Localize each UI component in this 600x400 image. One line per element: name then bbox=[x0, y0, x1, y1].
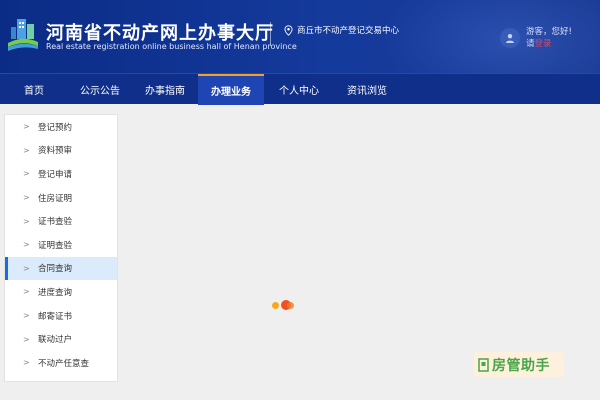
sidebar-item-registration[interactable]: > 登记申请 bbox=[5, 162, 117, 186]
chevron-right-icon: > bbox=[23, 263, 30, 273]
chevron-right-icon: > bbox=[23, 193, 30, 203]
site-header: 河南省不动产网上办事大厅 Real estate registration on… bbox=[0, 0, 600, 73]
user-icon bbox=[506, 34, 514, 43]
nav-item-announcements[interactable]: 公示公告 bbox=[68, 74, 132, 105]
sidebar-item-label: 证明查验 bbox=[38, 240, 73, 251]
header-divider bbox=[270, 22, 271, 46]
building-logo-icon bbox=[8, 19, 38, 51]
watermark-badge: 房管助手 bbox=[474, 352, 564, 377]
chevron-right-icon: > bbox=[23, 216, 30, 226]
sidebar-item-property-lookup[interactable]: > 不动产任意查 bbox=[5, 351, 117, 375]
watermark-text: 房管助手 bbox=[492, 357, 550, 374]
loader-dot bbox=[287, 302, 294, 309]
sidebar-item-label: 证书查验 bbox=[38, 217, 73, 228]
user-text: 游客，您好! 请登录 bbox=[526, 26, 572, 50]
location-name: 商丘市不动产登记交易中心 bbox=[297, 26, 400, 36]
sidebar-item-mail-certificate[interactable]: > 邮寄证书 bbox=[5, 304, 117, 328]
site-subtitle: Real estate registration online business… bbox=[46, 42, 297, 51]
sidebar-item-label: 登记预约 bbox=[38, 122, 73, 133]
nav-item-guide[interactable]: 办事指南 bbox=[132, 74, 198, 105]
house-manager-icon bbox=[478, 357, 489, 372]
nav-item-business[interactable]: 办理业务 bbox=[198, 74, 264, 105]
nav-item-personal-center[interactable]: 个人中心 bbox=[264, 74, 334, 105]
sidebar-item-proof-check[interactable]: > 证明查验 bbox=[5, 233, 117, 257]
loader-dot bbox=[272, 302, 279, 309]
sidebar-item-label: 合同查询 bbox=[38, 264, 73, 275]
chevron-right-icon: > bbox=[23, 169, 30, 179]
sidebar-item-contract-query[interactable]: > 合同查询 bbox=[5, 256, 117, 281]
login-link[interactable]: 登录 bbox=[535, 39, 552, 49]
sidebar-item-label: 进度查询 bbox=[38, 287, 73, 298]
sidebar-item-progress-query[interactable]: > 进度查询 bbox=[5, 280, 117, 304]
sidebar-item-label: 邮寄证书 bbox=[38, 311, 73, 322]
main-nav: 首页 公示公告 办事指南 办理业务 个人中心 资讯浏览 bbox=[0, 73, 600, 105]
chevron-right-icon: > bbox=[23, 334, 30, 344]
location-pin-icon bbox=[284, 24, 293, 36]
sidebar-item-certificate-check[interactable]: > 证书查验 bbox=[5, 209, 117, 233]
login-line: 请登录 bbox=[526, 38, 572, 50]
sidebar-item-linked-transfer[interactable]: > 联动过户 bbox=[5, 327, 117, 351]
location-selector[interactable]: 商丘市不动产登记交易中心 bbox=[284, 24, 399, 36]
login-prefix: 请 bbox=[526, 39, 535, 49]
chevron-right-icon: > bbox=[23, 287, 30, 297]
chevron-right-icon: > bbox=[23, 358, 30, 368]
chevron-right-icon: > bbox=[23, 240, 30, 250]
nav-item-home[interactable]: 首页 bbox=[0, 74, 68, 105]
nav-item-news[interactable]: 资讯浏览 bbox=[334, 74, 400, 105]
sidebar-menu: > 登记预约 > 资料预审 > 登记申请 > 住房证明 > 证书查验 > 证明查验 > 合同查… bbox=[4, 114, 118, 382]
chevron-right-icon: > bbox=[23, 311, 30, 321]
chevron-right-icon: > bbox=[23, 145, 30, 155]
sidebar-item-pre-review[interactable]: > 资料预审 bbox=[5, 139, 117, 163]
sidebar-item-housing-certificate[interactable]: > 住房证明 bbox=[5, 186, 117, 210]
sidebar-item-label: 住房证明 bbox=[38, 193, 73, 204]
sidebar-item-label: 联动过户 bbox=[38, 335, 73, 346]
user-area: 游客，您好! 请登录 bbox=[500, 26, 572, 50]
greeting-text: 游客，您好! bbox=[526, 27, 572, 37]
sidebar-item-label: 资料预审 bbox=[38, 146, 73, 157]
sidebar-item-appointment[interactable]: > 登记预约 bbox=[5, 115, 117, 139]
chevron-right-icon: > bbox=[23, 122, 30, 132]
sidebar-item-label: 不动产任意查 bbox=[38, 358, 90, 369]
avatar[interactable] bbox=[500, 28, 520, 48]
sidebar-item-label: 登记申请 bbox=[38, 169, 73, 180]
